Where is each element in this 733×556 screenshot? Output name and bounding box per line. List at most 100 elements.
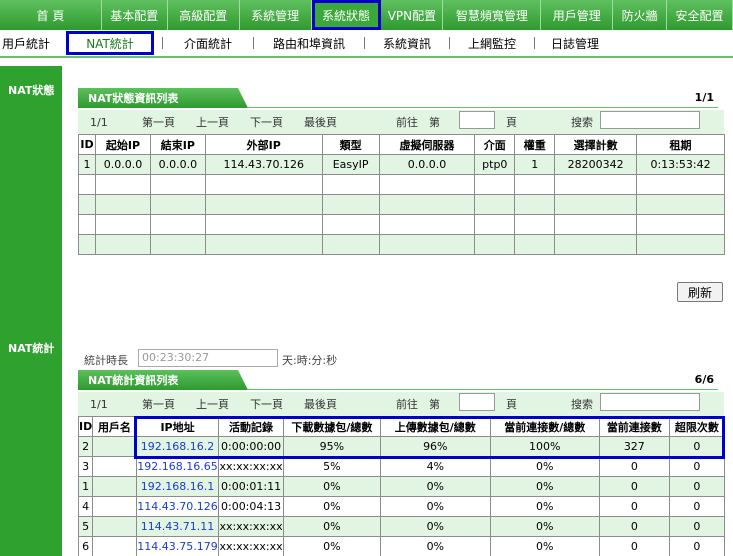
search-input[interactable]	[600, 393, 700, 411]
pager-next-link[interactable]: 下一頁	[250, 396, 283, 412]
top-nav-advanced-config[interactable]: 高級配置	[168, 0, 240, 30]
ip-link[interactable]: 192.168.16.2	[135, 436, 220, 457]
ip-link[interactable]: 114.43.75.179	[135, 536, 220, 556]
top-nav-bandwidth-mgmt[interactable]: 智慧頻寬管理	[443, 0, 542, 30]
table-cell: 96%	[380, 436, 491, 457]
column-header: IP地址	[135, 416, 220, 437]
column-header: 外部IP	[204, 134, 323, 155]
sub-nav-nat-stats[interactable]: NAT統計	[66, 31, 154, 55]
table-cell	[92, 436, 137, 457]
search-input[interactable]	[600, 111, 700, 129]
column-header: 權重	[514, 134, 556, 155]
sub-nav-internet-monitor[interactable]: 上網監控	[450, 31, 534, 55]
table-cell: 0	[598, 476, 670, 497]
column-header: 超限次數	[668, 416, 726, 437]
table-cell: 0	[598, 516, 670, 537]
table-cell: 0%	[380, 536, 491, 556]
top-nav-user-mgmt[interactable]: 用戶管理	[541, 0, 614, 30]
sub-nav: 用戶統計 NAT統計 介面統計 路由和埠資訊 系統資訊 上網監控 日誌管理	[0, 30, 733, 58]
pager-prev-link[interactable]: 上一頁	[196, 114, 229, 130]
table-cell: 0	[598, 536, 670, 556]
table-cell: 0:00:04:13	[218, 496, 284, 517]
pager-page-indicator: 1/1	[90, 115, 108, 129]
sidebar-label-nat-status: NAT狀態	[8, 84, 55, 97]
table-row: 2 192.168.16.2 0:00:00:00 95% 96% 100% 3…	[77, 436, 726, 457]
table-cell: EasyIP	[321, 154, 380, 175]
table-cell: 1	[78, 154, 96, 175]
table-row: 1 192.168.16.1 0:00:01:11 0% 0% 0% 0 0	[77, 476, 726, 497]
pager-first-link[interactable]: 第一頁	[142, 396, 175, 412]
pager-page-indicator: 1/1	[90, 397, 108, 411]
nat-status-title: NAT狀態資訊列表	[78, 88, 248, 108]
table-cell: 1	[514, 154, 556, 175]
pager-goto-label: 前往	[396, 398, 418, 411]
top-nav-system-status[interactable]: 系統狀態	[311, 0, 382, 30]
sub-nav-system-info[interactable]: 系統資訊	[365, 31, 449, 55]
duration-label: 統計時長	[84, 354, 128, 367]
pager-goto-label: 前往	[396, 116, 418, 129]
pager-page-input[interactable]	[459, 111, 495, 129]
table-row: 3 192.168.16.65 xx:xx:xx:xx 5% 4% 0% 0 0	[77, 456, 726, 477]
table-cell: 0.0.0.0	[378, 154, 476, 175]
column-header: 當前連接數	[598, 416, 670, 437]
table-cell: 0:00:00:00	[218, 436, 284, 457]
pager-next-link[interactable]: 下一頁	[250, 114, 283, 130]
table-cell: 6	[77, 536, 94, 556]
column-header: 結束IP	[149, 134, 206, 155]
table-cell	[92, 536, 137, 556]
table-cell: 0%	[489, 496, 600, 517]
ip-link[interactable]: 114.43.70.126	[135, 496, 220, 517]
column-header: 上傳數據包/總數	[380, 416, 491, 437]
ip-link[interactable]: 192.168.16.1	[135, 476, 220, 497]
sidebar-label-nat-stats: NAT統計	[8, 342, 55, 355]
table-cell	[92, 496, 137, 517]
table-cell: 0%	[380, 516, 491, 537]
sub-nav-user-stats[interactable]: 用戶統計	[0, 31, 52, 55]
table-cell: 0%	[282, 496, 382, 517]
table-header-row: ID 起始IP 結束IP 外部IP 類型 虛擬伺服器 介面 權重 選擇計數 租期	[78, 134, 725, 155]
table-cell: 0%	[489, 456, 600, 477]
top-nav-basic-config[interactable]: 基本配置	[102, 0, 168, 30]
top-nav-firewall[interactable]: 防火牆	[613, 0, 668, 30]
table-cell: 4%	[380, 456, 491, 477]
top-nav-system-admin[interactable]: 系統管理	[240, 0, 312, 30]
sub-nav-interface-stats[interactable]: 介面統計	[163, 31, 253, 55]
pager-first-link[interactable]: 第一頁	[142, 114, 175, 130]
table-cell: 0	[668, 496, 726, 517]
table-cell: 0:13:53:42	[636, 154, 725, 175]
table-cell	[92, 476, 137, 497]
top-nav-security-config[interactable]: 安全配置	[667, 0, 733, 30]
nat-stats-page-count: 6/6	[248, 370, 718, 390]
table-cell: 28200342	[554, 154, 638, 175]
table-cell: 3	[77, 456, 94, 477]
top-nav-vpn-config[interactable]: VPN配置	[381, 0, 444, 30]
pager-prev-link[interactable]: 上一頁	[196, 396, 229, 412]
table-cell	[92, 456, 137, 477]
table-cell: ptp0	[474, 154, 516, 175]
sub-nav-route-port-info[interactable]: 路由和埠資訊	[254, 31, 364, 55]
table-cell: xx:xx:xx:xx	[218, 456, 284, 477]
column-header: 用戶名	[92, 416, 137, 437]
table-cell: 0.0.0.0	[94, 154, 151, 175]
table-cell: 5%	[282, 456, 382, 477]
table-row-empty	[78, 194, 725, 215]
pager-last-link[interactable]: 最後頁	[304, 114, 337, 130]
table-row: 4 114.43.70.126 0:00:04:13 0% 0% 0% 0 0	[77, 496, 726, 517]
table-cell: 0%	[282, 516, 382, 537]
ip-link[interactable]: 192.168.16.65	[135, 456, 220, 477]
table-cell: 0	[668, 456, 726, 477]
pager-nth-label: 第	[429, 398, 440, 411]
nat-status-pager: 1/1 第一頁 上一頁 下一頁 最後頁 前往 第 頁 搜索	[78, 110, 724, 134]
top-nav: 首 頁 基本配置 高級配置 系統管理 系統狀態 VPN配置 智慧頻寬管理 用戶管…	[0, 0, 733, 30]
table-row-empty	[78, 234, 725, 255]
column-header: 類型	[321, 134, 380, 155]
pager-last-link[interactable]: 最後頁	[304, 396, 337, 412]
ip-link[interactable]: 114.43.71.11	[135, 516, 220, 537]
sub-nav-log-mgmt[interactable]: 日誌管理	[535, 31, 615, 55]
nat-status-table: ID 起始IP 結束IP 外部IP 類型 虛擬伺服器 介面 權重 選擇計數 租期…	[78, 134, 725, 255]
nat-stats-header: NAT統計資訊列表 6/6	[78, 370, 718, 390]
refresh-button[interactable]: 刷新	[677, 282, 723, 302]
top-nav-home[interactable]: 首 頁	[0, 0, 102, 30]
table-cell: 0%	[380, 476, 491, 497]
pager-page-input[interactable]	[459, 393, 495, 411]
